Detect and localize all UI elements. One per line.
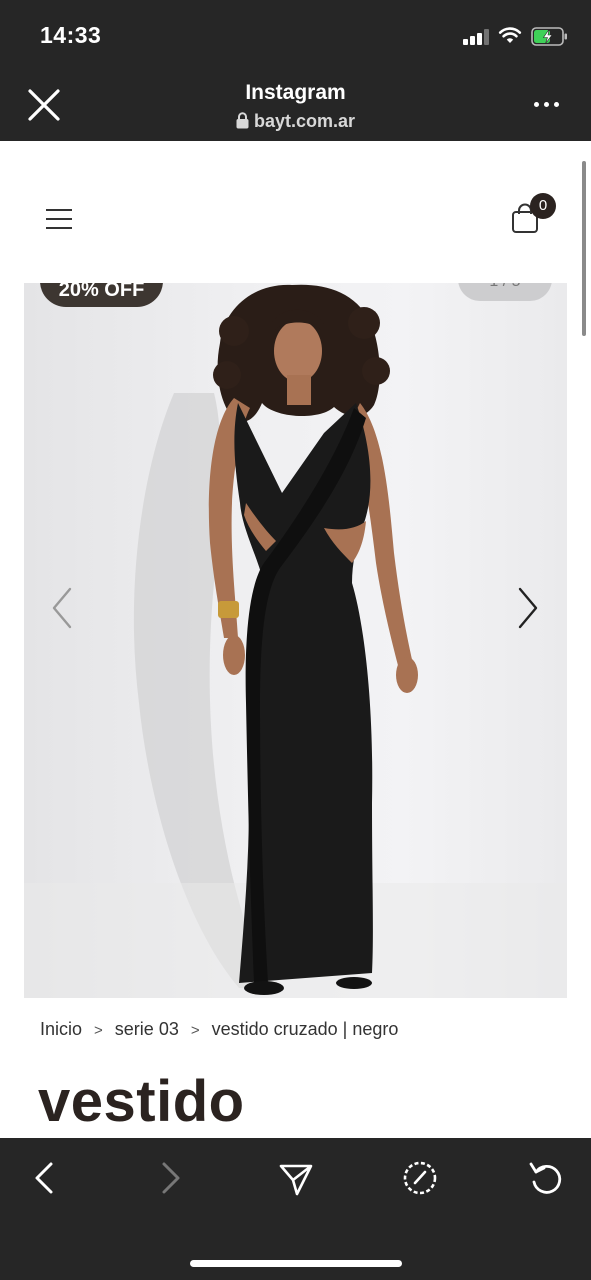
breadcrumb-current: vestido cruzado | negro [211,1019,399,1039]
image-counter-badge: 1 / 5 [458,283,552,301]
menu-icon[interactable] [46,207,74,231]
breadcrumb-home[interactable]: Inicio [40,1019,82,1040]
browser-toolbar [0,1138,591,1280]
cellular-signal-icon [463,29,489,45]
browser-title: Instagram [245,81,346,104]
breadcrumb-separator: > [190,1022,200,1039]
lock-icon [236,112,249,129]
in-app-browser-header: Instagram bayt.com.ar [0,72,591,141]
chevron-left-icon[interactable] [48,585,78,631]
browser-url-text: bayt.com.ar [253,111,356,131]
breadcrumb-collection[interactable]: serie 03 [115,1019,179,1040]
cart-count-badge: 0 [530,193,556,219]
reload-icon[interactable] [528,1158,564,1198]
forward-icon[interactable] [152,1158,188,1198]
product-image-carousel[interactable]: 20% OFF 1 / 5 [24,283,567,998]
chevron-right-icon[interactable] [512,585,542,631]
status-bar: 14:33 [0,0,591,72]
product-title: vestido [38,1069,245,1134]
safari-compass-icon[interactable] [402,1158,438,1198]
breadcrumb-separator: > [94,1022,103,1039]
discount-badge: 20% OFF [40,283,163,307]
browser-url[interactable]: bayt.com.ar [0,111,591,132]
more-icon[interactable] [532,100,562,110]
battery-charging-icon [531,27,567,46]
page-scrollbar[interactable] [582,161,586,336]
web-page[interactable]: 0 20% OFF Inicio > serie 03 > vestido cr… [0,141,591,1138]
product-photo [24,284,567,998]
breadcrumb: Inicio > serie 03 > vestido cruzado | negro [40,1019,398,1040]
wifi-icon [498,27,522,43]
share-icon[interactable] [278,1158,314,1198]
status-time: 14:33 [40,22,102,48]
home-indicator[interactable] [190,1260,402,1267]
back-icon[interactable] [27,1158,63,1198]
